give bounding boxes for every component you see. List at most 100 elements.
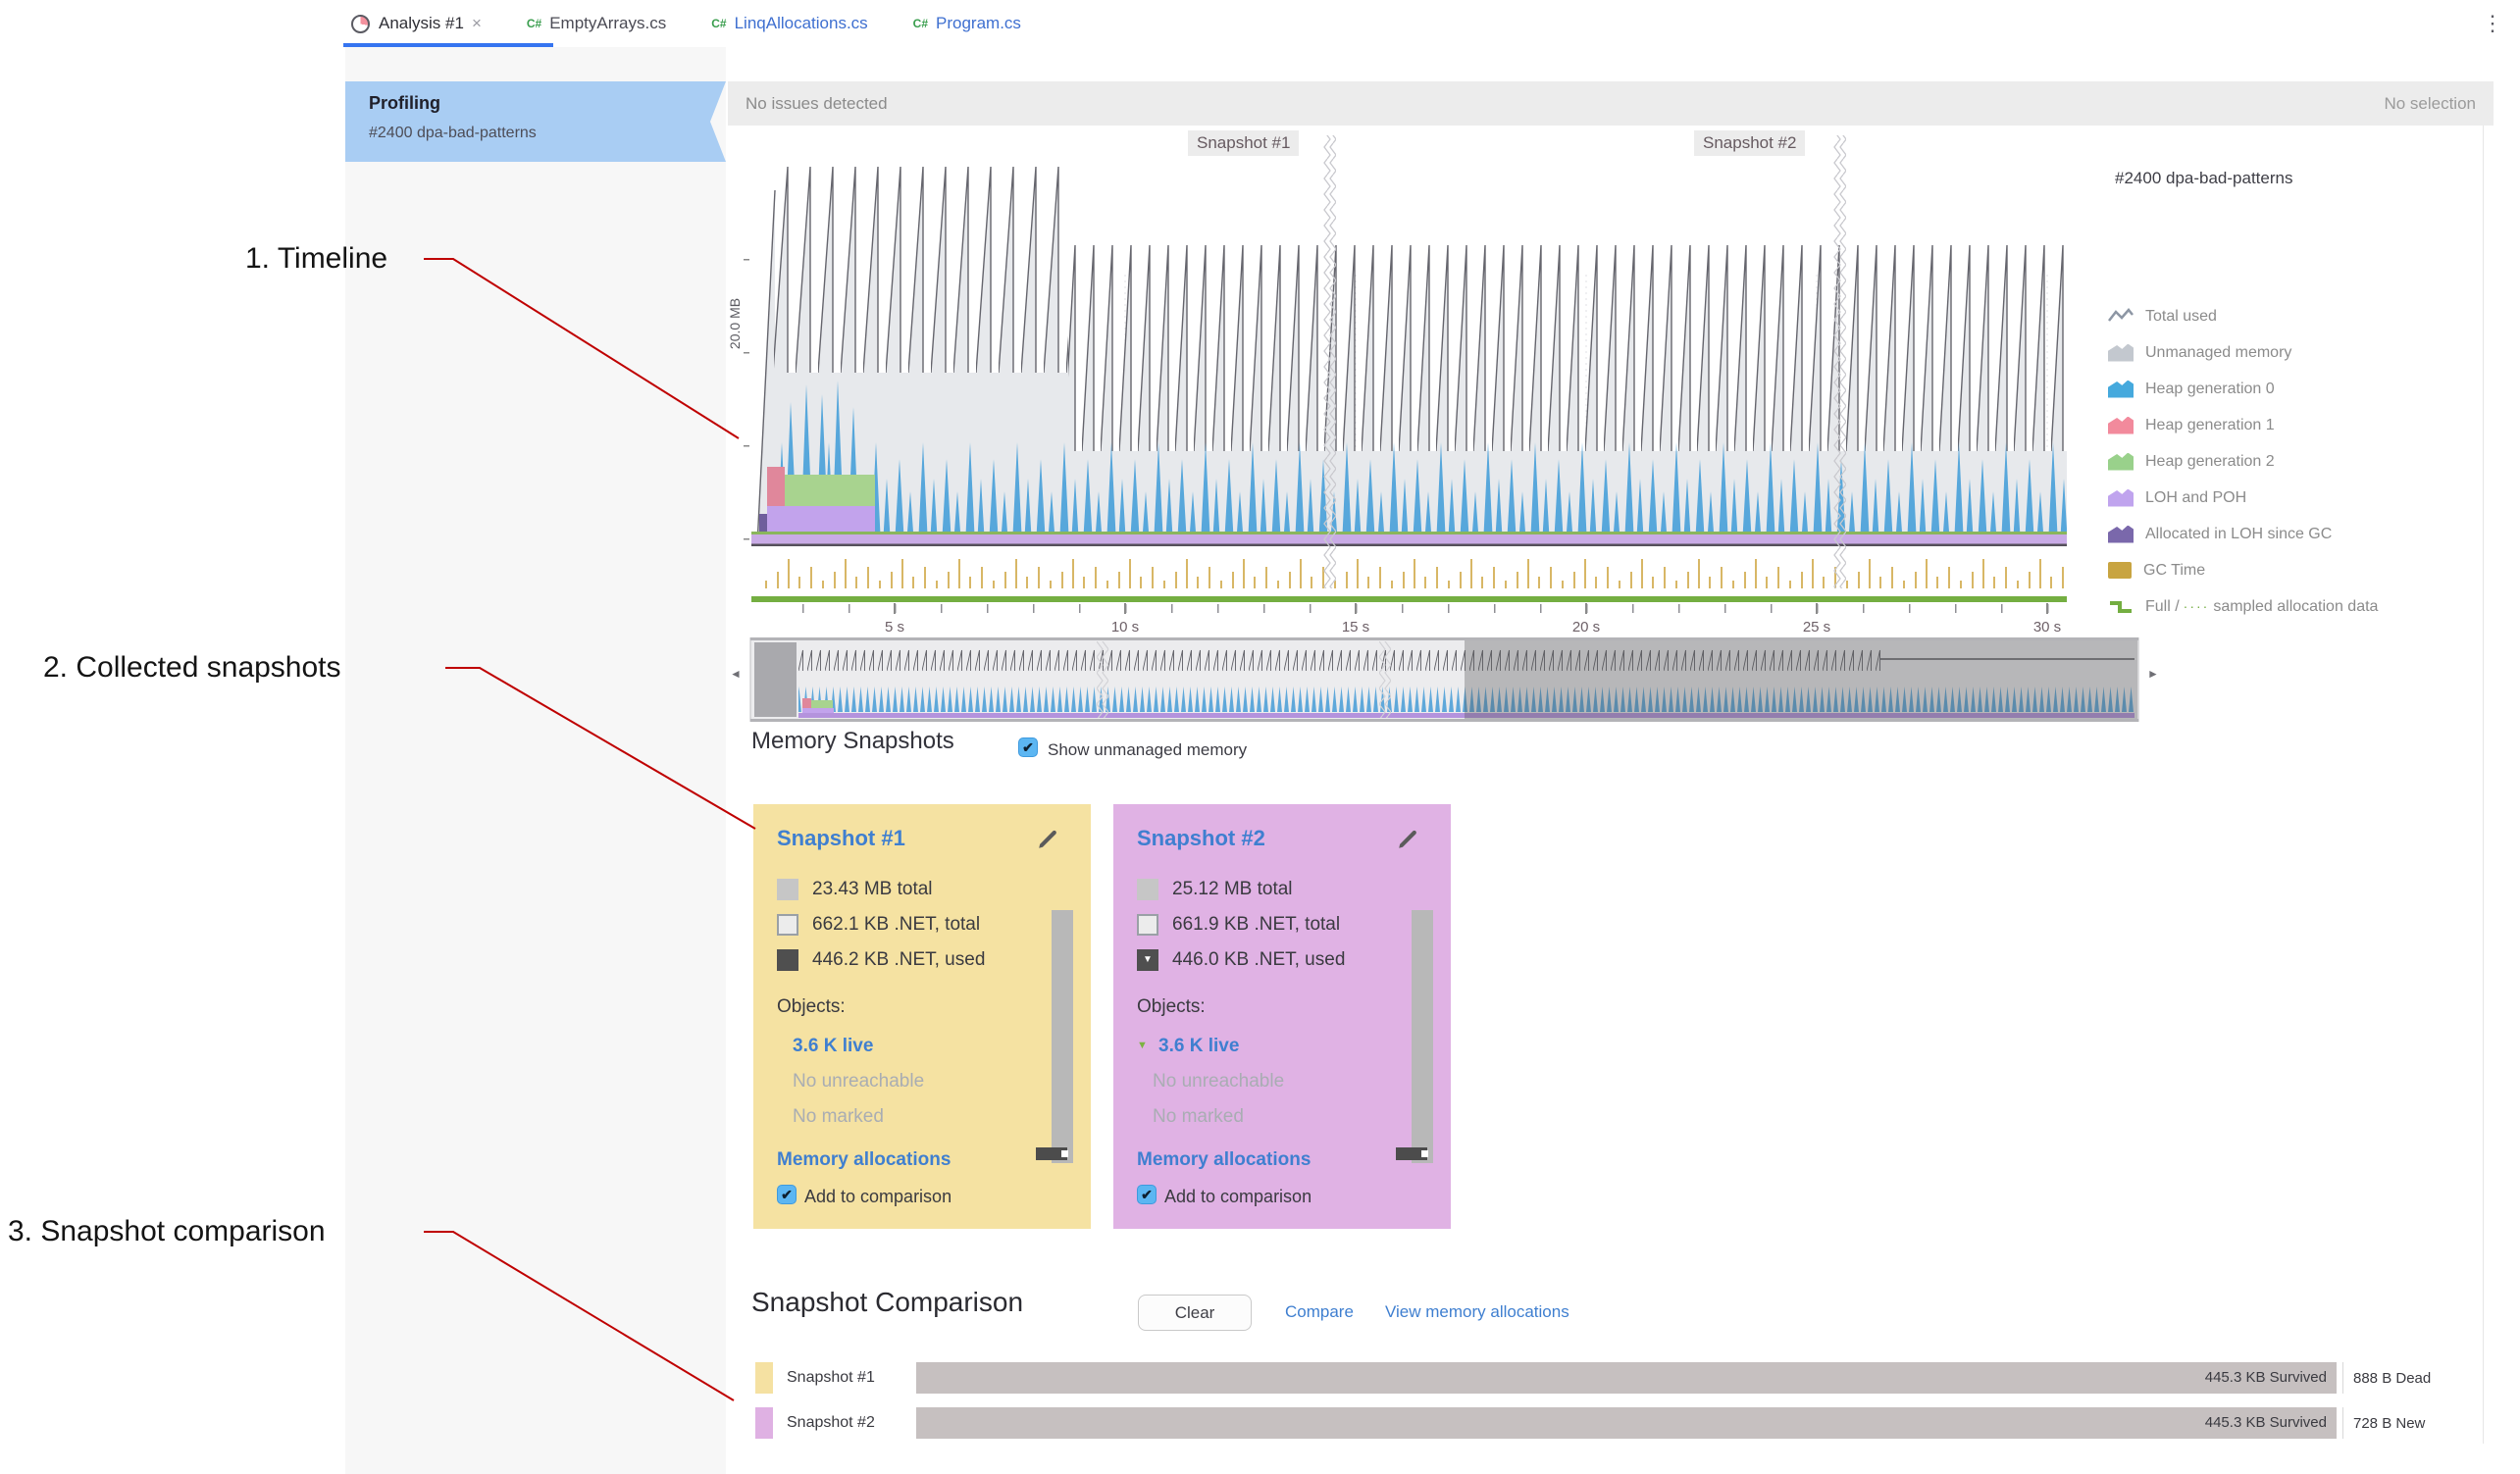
add-to-comparison-checkbox[interactable]: ✔ [777,1185,797,1204]
snapshot2-color-chip [755,1407,773,1439]
tab-linqallocations[interactable]: C# LinqAllocations.cs [711,14,867,33]
issues-bar: No issues detected No selection [728,81,2494,126]
legend-item-gen0: Heap generation 0 [2108,371,2378,407]
show-unmanaged-checkbox[interactable]: ✔ [1018,737,1038,757]
marked-label: No marked [793,1106,884,1128]
area-icon [2108,381,2134,398]
legend-item-gen2: Heap generation 2 [2108,443,2378,480]
timeline-chart[interactable]: 5 s 10 s 15 s 20 s 25 s 30 s 20.0 MB Sna… [728,127,2131,651]
x-tick-30s: 30 s [2033,619,2061,635]
navigator-shaded-region[interactable] [1465,640,2137,719]
comparison-row-name: Snapshot #1 [787,1369,916,1387]
total-swatch-icon [777,879,798,900]
sidebar: Profiling #2400 dpa-bad-patterns [345,47,726,1474]
edit-pencil-icon[interactable] [1396,826,1421,851]
legend-list: Total used Unmanaged memory Heap generat… [2108,298,2378,625]
x-tick-25s: 25 s [1803,619,1830,635]
survived-bar: 445.3 KB Survived [916,1407,2337,1439]
net-used-bar-notch [1421,1150,1428,1157]
close-icon[interactable]: × [472,14,482,33]
csharp-icon: C# [913,17,928,30]
comparison-row-snapshot2: Snapshot #2 445.3 KB Survived 728 B New [755,1407,2425,1439]
snapshot2-flag: Snapshot #2 [1694,130,1805,156]
tab-bar: Analysis #1 × C# EmptyArrays.cs C# LinqA… [351,0,1021,47]
memory-allocations-link[interactable]: Memory allocations [1137,1149,1311,1171]
objects-label: Objects: [777,996,846,1018]
net-total-swatch-icon [1137,914,1158,936]
annotation-comparison: 3. Snapshot comparison [8,1215,326,1248]
tab-emptyarrays[interactable]: C# EmptyArrays.cs [527,14,666,33]
tab-emptyarrays-label: EmptyArrays.cs [549,14,666,33]
snapshot2-card-title[interactable]: Snapshot #2 [1137,826,1265,851]
tab-analysis[interactable]: Analysis #1 × [351,14,482,33]
stat-total: 23.43 MB total [777,879,933,900]
sampled-dots-icon: ···· [2184,598,2210,614]
csharp-icon: C# [527,17,541,30]
bar-divider [2342,1407,2343,1439]
compare-link[interactable]: Compare [1285,1302,1354,1322]
decrease-triangle-icon: ▼ [1137,1040,1148,1051]
legend-item-total-used: Total used [2108,298,2378,334]
memory-bar [1412,910,1433,1163]
area-icon [2108,453,2134,471]
legend-item-unmanaged: Unmanaged memory [2108,334,2378,371]
clear-button[interactable]: Clear [1138,1295,1252,1331]
analysis-id-title: #2400 dpa-bad-patterns [2115,169,2292,188]
profiling-title: Profiling [369,93,440,114]
net-used-swatch-icon [777,949,798,971]
unreachable-label: No unreachable [793,1071,924,1093]
marked-label: No marked [1153,1106,1244,1128]
snapshot2-marker [1833,135,1846,588]
memory-snapshots-title: Memory Snapshots [751,728,954,755]
snapshot1-marker [1323,135,1336,588]
x-tick-15s: 15 s [1342,619,1369,635]
snapshot2-card: Snapshot #2 25.12 MB total 661.9 KB .NET… [1113,804,1451,1229]
legend-item-gen1: Heap generation 1 [2108,407,2378,443]
total-swatch-icon [1137,879,1158,900]
unreachable-label: No unreachable [1153,1071,1284,1093]
bar-divider [2342,1362,2343,1394]
delta-value: 728 B New [2353,1415,2425,1432]
x-tick-10s: 10 s [1111,619,1139,635]
navigator-track[interactable] [728,637,2162,724]
step-line-icon [2108,598,2134,616]
profiling-subtitle: #2400 dpa-bad-patterns [369,125,537,142]
timeline-navigator[interactable]: ◄ ► [728,637,2162,724]
tab-program[interactable]: C# Program.cs [913,14,1021,33]
csharp-icon: C# [711,17,726,30]
kebab-menu-icon[interactable]: ⋮ [2482,11,2503,36]
tab-analysis-label: Analysis #1 [379,14,464,33]
legend-item-gc-time: GC Time [2108,552,2378,588]
annotation-timeline: 1. Timeline [245,242,387,276]
tab-linqallocations-label: LinqAllocations.cs [735,14,868,33]
area-icon [2108,344,2134,362]
add-to-comparison-label: Add to comparison [804,1187,951,1207]
stat-total: 25.12 MB total [1137,879,1293,900]
live-objects-link[interactable]: 3.6 K live [1158,1036,1239,1057]
y-axis-label: 20.0 MB [728,298,743,349]
snapshot1-card: Snapshot #1 23.43 MB total 662.1 KB .NET… [753,804,1091,1229]
profiler-pie-icon [351,15,370,33]
snapshot1-card-title[interactable]: Snapshot #1 [777,826,905,851]
add-to-comparison-checkbox[interactable]: ✔ [1137,1185,1157,1204]
memory-allocations-link[interactable]: Memory allocations [777,1149,951,1171]
issues-status: No issues detected [746,94,888,114]
snapshot1-flag: Snapshot #1 [1188,130,1299,156]
sidebar-item-profiling[interactable]: Profiling #2400 dpa-bad-patterns [345,81,726,162]
comparison-row-name: Snapshot #2 [787,1414,916,1432]
show-unmanaged-label: Show unmanaged memory [1048,740,1247,760]
net-total-swatch-icon [777,914,798,936]
area-icon [2108,526,2134,543]
comparison-row-snapshot1: Snapshot #1 445.3 KB Survived 888 B Dead [755,1362,2431,1394]
live-objects-link[interactable]: 3.6 K live [793,1036,873,1057]
snapshot1-color-chip [755,1362,773,1394]
view-memory-allocations-link[interactable]: View memory allocations [1385,1302,1569,1322]
line-icon [2108,308,2134,326]
square-icon [2108,562,2132,579]
snapshot-comparison-title: Snapshot Comparison [751,1287,1023,1318]
stat-net-used: ▼ 446.0 KB .NET, used [1137,949,1345,971]
tab-program-label: Program.cs [936,14,1021,33]
edit-pencil-icon[interactable] [1036,826,1061,851]
delta-value: 888 B Dead [2353,1370,2431,1387]
survived-bar: 445.3 KB Survived [916,1362,2337,1394]
